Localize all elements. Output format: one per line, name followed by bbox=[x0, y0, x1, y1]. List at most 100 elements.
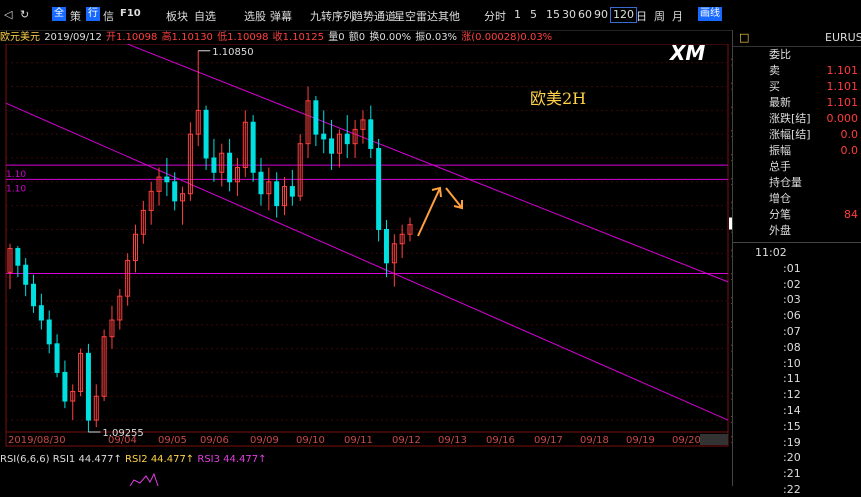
back-icon[interactable]: ◁ bbox=[4, 8, 12, 21]
candle-body bbox=[38, 305, 44, 321]
toolbar-item-trend-channel[interactable]: 趋势通道 bbox=[352, 8, 396, 24]
tick-time: :01 bbox=[783, 261, 801, 275]
x-tick-label: 09/17 bbox=[534, 435, 563, 446]
period-1[interactable]: 1 bbox=[514, 8, 521, 21]
period-60[interactable]: 60 bbox=[578, 8, 592, 21]
tick-time: :03 bbox=[783, 293, 801, 307]
x-tick-label: 09/20 bbox=[672, 435, 701, 446]
candlestick-chart[interactable]: 1.108001.107001.106001.105001.104001.103… bbox=[0, 44, 732, 452]
candle-body bbox=[31, 283, 37, 307]
period-90[interactable]: 90 bbox=[594, 8, 608, 21]
candle-body bbox=[62, 371, 68, 402]
period-timeshare[interactable]: 分时 bbox=[484, 8, 506, 24]
period-5[interactable]: 5 bbox=[530, 8, 537, 21]
up-arrow-icon bbox=[417, 187, 441, 237]
low-annotation: 1.09255 bbox=[102, 428, 143, 439]
side-row-label: 委比 bbox=[769, 48, 791, 61]
candle-body bbox=[383, 228, 389, 264]
toolbar-item-bullet[interactable]: 弹幕 bbox=[270, 8, 292, 24]
side-row-value: 0.0 bbox=[840, 144, 859, 157]
period-day[interactable]: 日 bbox=[636, 8, 647, 24]
side-row: 涨幅[结] 0.0 bbox=[769, 127, 861, 142]
x-tick-label: 09/13 bbox=[438, 435, 467, 446]
toolbar-item-stock-picker[interactable]: 选股 bbox=[244, 8, 266, 24]
side-row: 增仓 bbox=[769, 191, 861, 206]
candle-body bbox=[172, 181, 178, 202]
chart-title: 欧美2H bbox=[530, 89, 586, 108]
all-button[interactable]: 全 bbox=[52, 7, 66, 21]
tick-time: :21 bbox=[783, 467, 801, 481]
amplitude: 振0.03% bbox=[415, 32, 458, 43]
candle-body bbox=[329, 138, 335, 154]
rsi-line bbox=[129, 472, 159, 486]
side-row: 买 1.101 bbox=[769, 79, 861, 94]
side-square-icon[interactable]: □ bbox=[739, 31, 749, 44]
candle-body bbox=[227, 152, 233, 183]
period-30[interactable]: 30 bbox=[562, 8, 576, 21]
side-row: 委比 bbox=[769, 47, 861, 62]
side-row-value: 1.101 bbox=[826, 64, 859, 77]
strategy-button[interactable]: 策 bbox=[70, 8, 81, 24]
low-price: 低1.10098 bbox=[217, 32, 269, 43]
side-row: 总手 bbox=[769, 159, 861, 174]
candle-body bbox=[258, 171, 264, 195]
info-button[interactable]: 信 bbox=[103, 8, 114, 24]
candle-body bbox=[85, 352, 91, 421]
period-week[interactable]: 周 bbox=[654, 8, 665, 24]
candle-body bbox=[23, 264, 29, 285]
side-row-value: 1.101 bbox=[826, 96, 859, 109]
quote-info-bar: 欧元美元 2019/09/12 开1.10098 高1.10130 低1.100… bbox=[0, 30, 728, 45]
candle-body bbox=[313, 100, 319, 135]
side-divider bbox=[733, 242, 861, 243]
toolbar-item-watchlist[interactable]: 自选 bbox=[194, 8, 216, 24]
side-panel: □ EURUS 委比卖 1.101 买 1.101 最新 1.101 涨跌[结] 0.000 涨… bbox=[732, 30, 861, 496]
horizontal-line-label: 1.10 bbox=[6, 170, 26, 180]
toolbar: ◁ ↻ 全 策 行 信 F10 板块 自选 选股 弹幕 九转序列 趋势通道 星空… bbox=[0, 0, 861, 31]
tick-time: :07 bbox=[783, 325, 801, 338]
tick-time: :19 bbox=[783, 435, 801, 449]
candle-body bbox=[368, 119, 374, 149]
candle-body bbox=[164, 176, 170, 183]
x-tick-label: 09/18 bbox=[580, 435, 609, 446]
refresh-icon[interactable]: ↻ bbox=[20, 8, 29, 21]
tick-time: :20 bbox=[783, 451, 801, 465]
x-tick-label: 09/06 bbox=[200, 435, 229, 446]
toolbar-item-sector[interactable]: 板块 bbox=[166, 8, 188, 24]
side-row-label: 涨跌[结] bbox=[769, 112, 811, 125]
candle-body bbox=[274, 181, 280, 207]
x-tick-label: 09/16 bbox=[486, 435, 515, 446]
draw-line-button[interactable]: 画线 bbox=[698, 7, 722, 21]
side-row-label: 分笔 bbox=[769, 208, 791, 221]
side-row-value: 1.101 bbox=[826, 80, 859, 93]
tick-time: :08 bbox=[783, 340, 801, 354]
toolbar-item-radar[interactable]: 星空雷达 bbox=[394, 8, 438, 24]
rsi3-value: RSI3 44.477↑ bbox=[197, 454, 267, 465]
side-row-label: 买 bbox=[769, 80, 780, 93]
candle-body bbox=[344, 133, 350, 145]
side-row-label: 持仓量 bbox=[769, 176, 802, 189]
rsi-indicator-bar: RSI(6,6,6) RSI1 44.477↑ RSI2 44.477↑ RSI… bbox=[0, 452, 728, 468]
x-tick-label: 09/05 bbox=[158, 435, 187, 446]
candle-body bbox=[203, 109, 209, 159]
candle-body bbox=[54, 343, 60, 373]
tick-time: :22 bbox=[783, 483, 801, 496]
tick-time: :10 bbox=[783, 356, 801, 370]
side-header: □ EURUS bbox=[733, 30, 861, 47]
period-120[interactable]: 120 bbox=[610, 7, 637, 23]
side-row: 外盘 bbox=[769, 223, 861, 238]
x-tick-label: 09/10 bbox=[296, 435, 325, 446]
quote-date: 2019/09/12 bbox=[44, 32, 102, 43]
channel-upper-line bbox=[125, 44, 729, 283]
period-month[interactable]: 月 bbox=[672, 8, 683, 24]
tick-time: :15 bbox=[783, 419, 801, 433]
tick-time: :11 bbox=[783, 372, 801, 386]
amount: 额0 bbox=[348, 32, 366, 43]
rsi-title: RSI(6,6,6) bbox=[0, 454, 50, 465]
f10-button[interactable]: F10 bbox=[120, 8, 141, 19]
period-15[interactable]: 15 bbox=[546, 8, 560, 21]
rsi-panel bbox=[129, 472, 159, 486]
toolbar-item-nine-turn[interactable]: 九转序列 bbox=[310, 8, 354, 24]
tick-time: :14 bbox=[783, 404, 801, 417]
quote-button[interactable]: 行 bbox=[86, 7, 100, 21]
toolbar-item-other[interactable]: 其他 bbox=[438, 8, 460, 24]
